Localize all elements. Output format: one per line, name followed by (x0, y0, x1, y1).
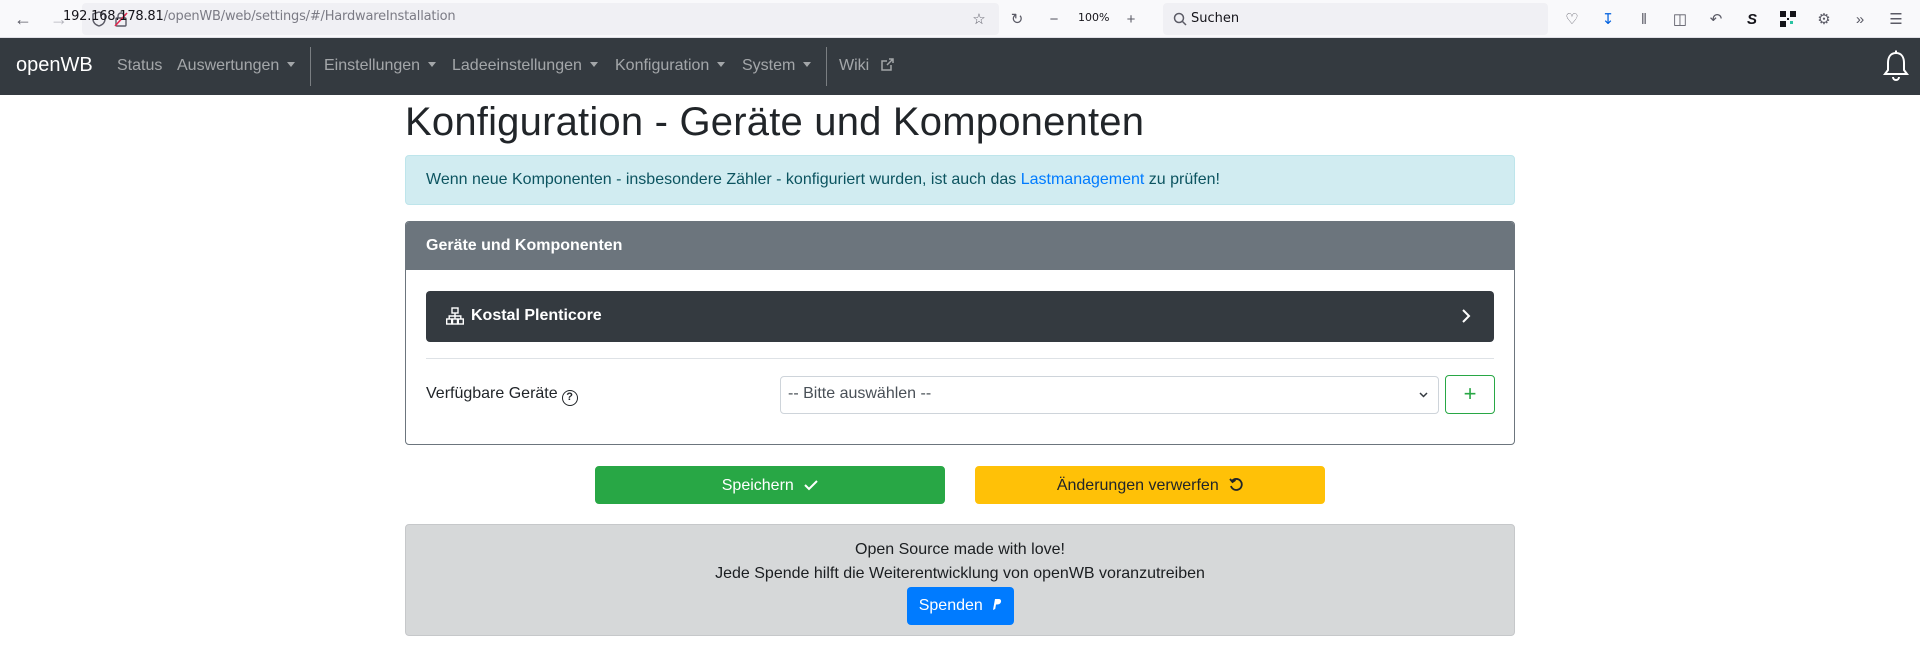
caret-down-icon (287, 62, 296, 67)
nav-system-label: System (742, 57, 796, 74)
lastmanagement-link[interactable]: Lastmanagement (1021, 171, 1145, 188)
footer-line-2: Jede Spende hilft die Weiterentwicklung … (715, 565, 1205, 582)
nav-wiki[interactable]: Wiki (839, 57, 895, 75)
alert-text-end: zu prüfen! (1144, 171, 1220, 188)
discard-button-label: Änderungen verwerfen (1056, 477, 1219, 494)
nav-system[interactable]: System (742, 57, 812, 75)
network-icon (446, 307, 464, 325)
bell-icon[interactable] (1882, 50, 1910, 82)
external-link-icon (880, 58, 894, 71)
alert-text: Wenn neue Komponenten - insbesondere Zäh… (426, 171, 1021, 188)
url-path: /openWB/web/settings/#/HardwareInstallat… (163, 9, 456, 24)
search-placeholder: Suchen (1191, 11, 1240, 26)
back-icon[interactable]: ← (11, 7, 35, 31)
library-icon[interactable]: ‖ (1633, 8, 1655, 30)
reply-icon[interactable]: ↶ (1705, 8, 1727, 30)
bookmark-star-icon[interactable]: ☆ (968, 8, 990, 30)
nav-status[interactable]: Status (117, 57, 162, 75)
reload-icon[interactable]: ↻ (1006, 8, 1028, 30)
footer-line-1: Open Source made with love! (855, 541, 1065, 558)
url-host: 192.168.178.81 (63, 9, 164, 24)
nav-divider (310, 47, 311, 86)
zoom-out-icon[interactable]: − (1043, 8, 1065, 30)
caret-down-icon (803, 62, 812, 67)
caret-down-icon (717, 62, 726, 67)
nav-ladeeinstellungen-label: Ladeeinstellungen (452, 57, 582, 74)
divider (426, 358, 1494, 359)
nav-ladeeinstellungen[interactable]: Ladeeinstellungen (452, 57, 598, 75)
device-kostal-plenticore[interactable]: Kostal Plenticore (426, 291, 1494, 342)
check-icon (804, 480, 818, 491)
undo-icon (1229, 478, 1243, 491)
qr-extension-icon[interactable] (1777, 8, 1799, 30)
extension-s-icon[interactable]: S (1741, 8, 1763, 30)
url-text[interactable]: 192.168.178.81/openWB/web/settings/#/Har… (63, 9, 456, 24)
nav-konfiguration[interactable]: Konfiguration (615, 57, 726, 75)
caret-down-icon (428, 62, 437, 67)
zoom-in-icon[interactable]: + (1120, 8, 1142, 30)
nav-einstellungen-label: Einstellungen (324, 57, 421, 74)
nav-konfiguration-label: Konfiguration (615, 57, 710, 74)
add-device-button[interactable]: + (1445, 375, 1495, 414)
nav-auswertungen[interactable]: Auswertungen (177, 57, 296, 75)
info-alert: Wenn neue Komponenten - insbesondere Zäh… (405, 155, 1515, 205)
app-navbar: openWB Status Auswertungen Einstellungen… (0, 38, 1920, 95)
brand-logo[interactable]: openWB (16, 54, 93, 77)
nav-wiki-label: Wiki (839, 57, 870, 74)
chevron-right-icon (1462, 309, 1471, 323)
help-icon[interactable]: ? (561, 390, 578, 406)
card-header: Geräte und Komponenten (406, 222, 1514, 270)
search-icon (1173, 12, 1187, 26)
caret-down-icon (589, 62, 598, 67)
discard-changes-button[interactable]: Änderungen verwerfen (975, 466, 1325, 504)
menu-icon[interactable]: ☰ (1885, 8, 1907, 30)
extensions-puzzle-icon[interactable]: ⚙ (1813, 8, 1835, 30)
download-icon[interactable]: ↧ (1597, 8, 1619, 30)
donate-button-label: Spenden (918, 597, 983, 614)
save-button-label: Speichern (721, 477, 794, 494)
browser-toolbar: ← → 192.168.178.81/openWB/web/settings/#… (0, 0, 1920, 38)
nav-status-label: Status (117, 57, 163, 74)
paypal-icon (993, 599, 1002, 610)
overflow-icon[interactable]: » (1849, 8, 1871, 30)
sidebar-icon[interactable]: ◫ (1669, 8, 1691, 30)
zoom-level[interactable]: 100% (1078, 11, 1109, 24)
pocket-icon[interactable]: ♡ (1561, 8, 1583, 30)
donation-footer: Open Source made with love! Jede Spende … (405, 524, 1515, 636)
chevron-down-icon (1419, 392, 1428, 398)
page-title: Konfiguration - Geräte und Komponenten (405, 100, 1145, 144)
device-select-value: -- Bitte auswählen -- (788, 385, 932, 402)
device-select[interactable]: -- Bitte auswählen -- (780, 376, 1439, 414)
devices-card: Geräte und Komponenten Kostal Plenticore… (405, 221, 1515, 445)
nav-divider (826, 47, 827, 86)
donate-button[interactable]: Spenden (907, 587, 1014, 625)
nav-auswertungen-label: Auswertungen (177, 57, 280, 74)
save-button[interactable]: Speichern (595, 466, 945, 504)
device-name: Kostal Plenticore (471, 307, 602, 324)
nav-einstellungen[interactable]: Einstellungen (324, 57, 437, 75)
available-devices-label: Verfügbare Geräte? (426, 385, 578, 406)
available-devices-text: Verfügbare Geräte (426, 385, 558, 402)
